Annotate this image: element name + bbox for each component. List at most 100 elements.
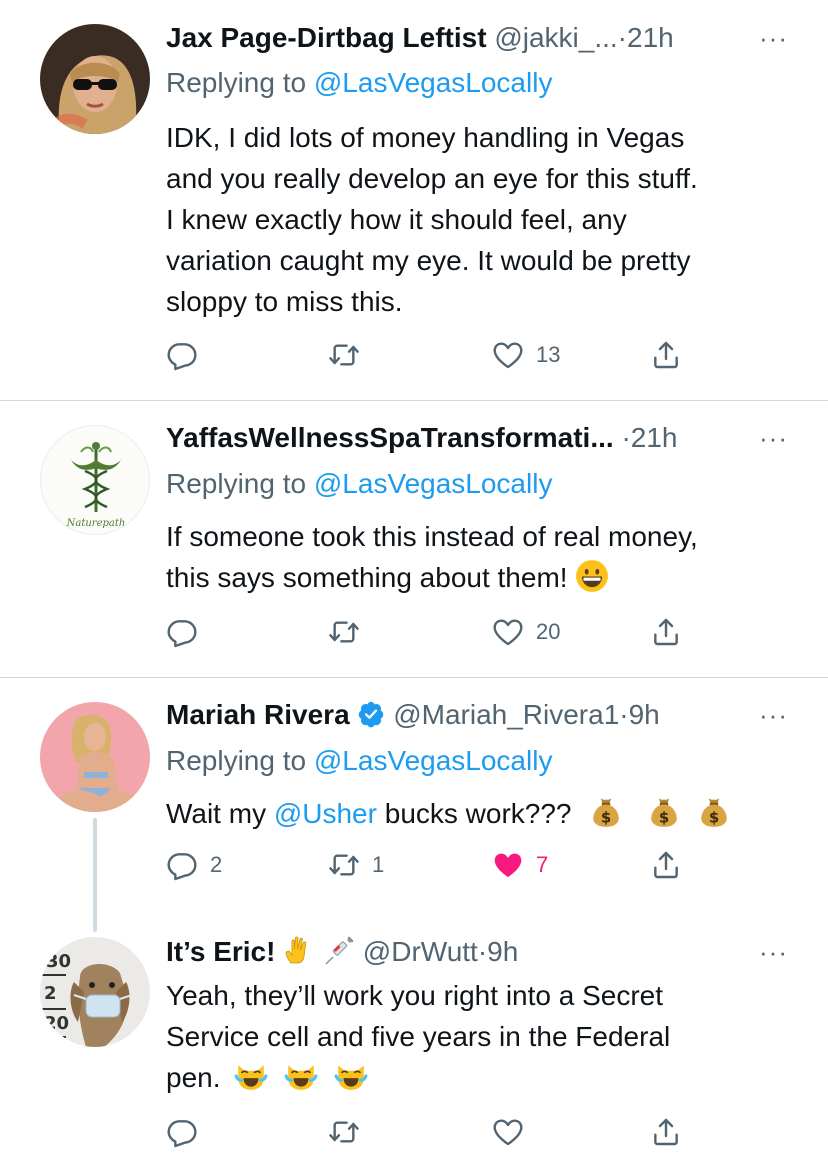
timestamp[interactable]: 9h [487,936,518,967]
cat-tears-of-joy-emoji [334,1059,368,1093]
avatar-caption: Naturepath [66,518,126,529]
share-button[interactable] [650,1112,682,1152]
tweet-4[interactable]: 30 2 20 It’s Eric! @DrWutt·9h ··· Yeah, … [0,932,828,1172]
share-icon [650,616,682,648]
mention-link[interactable]: @Usher [274,798,377,829]
heart-filled-icon [492,849,524,881]
like-count: 7 [536,852,549,877]
replying-to-link[interactable]: @LasVegasLocally [314,745,553,776]
action-bar [166,1112,696,1152]
like-count: 13 [536,342,561,367]
avatar[interactable]: 30 2 20 [40,937,150,1047]
avatar-photo-icon: 30 2 20 [40,937,150,1047]
separator-dot: · [617,22,627,53]
tweet-text: IDK, I did lots of money handling in Veg… [166,117,791,322]
replying-prefix: Replying to [166,468,307,499]
tweet-text: Yeah, they’ll work you right into a Secr… [166,975,791,1098]
retweet-button[interactable] [328,1112,360,1152]
money-bag-emoji [647,795,681,829]
action-bar: 2 1 7 [166,845,696,885]
retweet-button[interactable] [328,335,360,375]
separator-dot: · [477,936,488,967]
tweet-2[interactable]: Naturepath YaffasWellnessSpaTransformati… [0,401,828,677]
tweet-text-part: Wait my [166,798,274,829]
tweet-text-line: variation caught my eye. It would be pre… [166,245,691,276]
share-icon [650,1116,682,1148]
like-button[interactable]: 20 [492,612,560,652]
display-name[interactable]: YaffasWellnessSpaTransformati... [166,422,614,453]
retweet-button[interactable] [328,612,360,652]
tweet-text-line: Yeah, they’ll work you right into a Secr… [166,980,664,1011]
retweet-button[interactable]: 1 [328,845,384,885]
like-button[interactable] [492,1112,524,1152]
retweet-count: 1 [372,852,385,877]
avatar[interactable]: Naturepath [40,425,150,535]
separator-dot: · [621,422,631,453]
tweet-text-line: I knew exactly how it should feel, any [166,204,627,235]
vulcan-salute-emoji [283,935,315,967]
reply-button[interactable] [166,612,198,652]
grinning-face-emoji [575,559,609,593]
money-bag-emoji [589,795,623,829]
tweet-text-line: pen. [166,1062,221,1093]
replying-prefix: Replying to [166,745,307,776]
height-chart-mark: 2 [44,983,57,1004]
replying-to: Replying to @LasVegasLocally [166,63,552,103]
share-icon [650,849,682,881]
display-name[interactable]: Mariah Rivera [166,699,350,730]
more-options-icon[interactable]: ··· [759,695,788,735]
like-button[interactable]: 13 [492,335,560,375]
avatar-photo-icon [40,24,150,134]
share-button[interactable] [650,335,682,375]
share-button[interactable] [650,845,682,885]
replying-to-link[interactable]: @LasVegasLocally [314,67,553,98]
reply-button[interactable] [166,1112,198,1152]
retweet-icon [328,849,360,881]
more-options-icon[interactable]: ··· [759,18,788,58]
like-button[interactable]: 7 [492,845,548,885]
tweet-3[interactable]: Mariah Rivera @Mariah_Rivera1·9h ··· Rep… [0,678,828,932]
tweet-text-line: sloppy to miss this. [166,286,403,317]
reply-button[interactable] [166,335,198,375]
reply-bubble-icon [166,849,198,881]
tweet-1[interactable]: Jax Page-Dirtbag Leftist @jakki_...·21h … [0,0,828,400]
tweet-header: Jax Page-Dirtbag Leftist @jakki_...·21h … [166,18,788,58]
height-chart-mark: 30 [46,951,71,972]
avatar-photo-icon [40,702,150,812]
timestamp[interactable]: 21h [631,422,678,453]
replying-prefix: Replying to [166,67,307,98]
tweet-header: It’s Eric! @DrWutt·9h ··· [166,932,788,972]
tweet-text-line: Service cell and five years in the Feder… [166,1021,671,1052]
tweet-text-part: bucks work??? [376,798,572,829]
retweet-icon [328,1116,360,1148]
height-chart-mark: 20 [44,1013,69,1034]
user-handle[interactable]: @jakki_... [494,22,617,53]
reply-bubble-icon [166,616,198,648]
reply-button[interactable]: 2 [166,845,222,885]
verified-badge-icon [359,701,384,728]
share-button[interactable] [650,612,682,652]
user-handle[interactable]: @DrWutt [363,936,478,967]
user-handle[interactable]: @Mariah_Rivera1 [393,699,619,730]
timestamp[interactable]: 9h [629,699,660,730]
display-name[interactable]: Jax Page-Dirtbag Leftist [166,22,487,53]
cat-tears-of-joy-emoji [234,1059,268,1093]
avatar[interactable] [40,702,150,812]
tweet-text-line: IDK, I did lots of money handling in Veg… [166,122,685,153]
reply-bubble-icon [166,1116,198,1148]
more-options-icon[interactable]: ··· [759,418,788,458]
heart-icon [492,616,524,648]
action-bar: 20 [166,612,696,652]
tweet-text-line: and you really develop an eye for this s… [166,163,698,194]
cat-tears-of-joy-emoji [284,1059,318,1093]
replying-to-link[interactable]: @LasVegasLocally [314,468,553,499]
timestamp[interactable]: 21h [627,22,674,53]
display-name[interactable]: It’s Eric! [166,936,275,967]
caduceus-logo-icon: Naturepath [41,426,149,534]
separator-dot: · [619,699,629,730]
share-icon [650,339,682,371]
avatar[interactable] [40,24,150,134]
retweet-icon [328,616,360,648]
more-options-icon[interactable]: ··· [759,932,788,972]
like-count: 20 [536,619,561,644]
